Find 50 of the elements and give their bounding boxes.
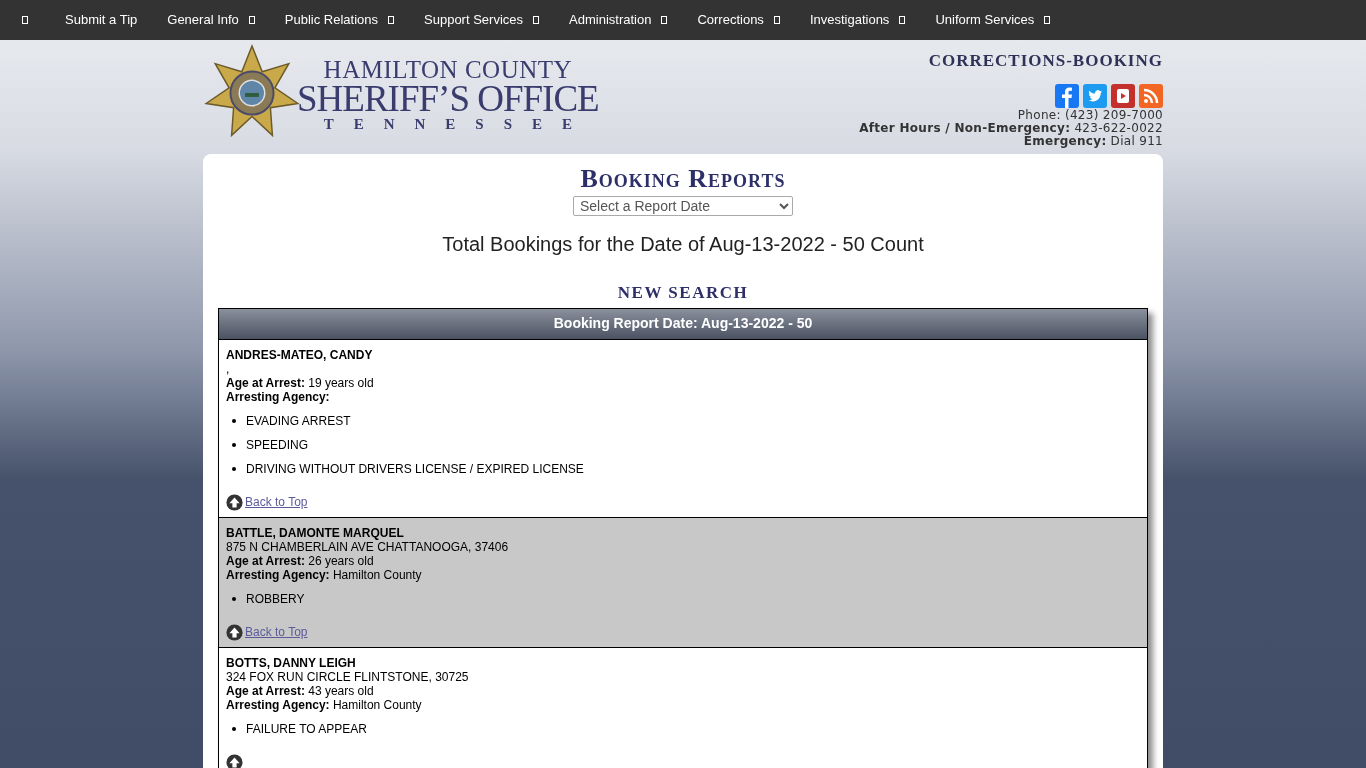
inmate-name: BATTLE, DAMONTE MARQUEL (226, 525, 404, 540)
charge: SPEEDING (246, 437, 308, 452)
bullet-icon (232, 726, 236, 731)
nav-link[interactable]: General Info (167, 10, 239, 30)
table-header: Booking Report Date: Aug-13-2022 - 50 (219, 308, 1147, 340)
address: 875 N CHAMBERLAIN AVE CHATTANOOGA, 37406 (226, 539, 509, 554)
charge: FAILURE TO APPEAR (246, 721, 367, 736)
nav-link[interactable]: Investigations (809, 10, 890, 30)
address: 324 FOX RUN CIRCLE FLINTSTONE, 30725 (226, 669, 469, 684)
nav-link[interactable]: Corrections (697, 10, 764, 30)
report-date-select[interactable]: Select a Report Date (573, 196, 793, 216)
nav-link[interactable]: Uniform Services (935, 10, 1035, 30)
age-at-arrest: Age at Arrest: 26 years old (226, 553, 374, 568)
inmate-name: ANDRES-MATEO, CANDY (226, 347, 373, 362)
bullet-icon (232, 418, 236, 423)
bullet-icon (232, 596, 236, 601)
nav-link[interactable]: Submit a Tip (65, 10, 138, 30)
arrow-up-icon (226, 623, 243, 641)
contact-line: After Hours / Non-Emergency: 423-622-0022 (859, 121, 1163, 135)
page-title: Booking Reports (580, 164, 786, 194)
twitter-icon[interactable] (1083, 83, 1107, 108)
arresting-agency: Arresting Agency: Hamilton County (226, 567, 422, 582)
age-at-arrest: Age at Arrest: 43 years old (226, 683, 374, 698)
logo-state: TENNESSEE (322, 116, 593, 132)
nav-link[interactable]: Support Services (424, 10, 524, 30)
logo-county: HAMILTON COUNTY (323, 58, 573, 82)
arresting-agency: Arresting Agency: Hamilton County (226, 697, 422, 712)
contact-line: Emergency: Dial 911 (1023, 134, 1163, 148)
inmate-name: BOTTS, DANNY LEIGH (226, 655, 356, 670)
nav-link[interactable]: Administration (569, 10, 652, 30)
address: , (226, 361, 230, 376)
contact-line: Phone: (423) 209-7000 (1017, 108, 1163, 122)
arresting-agency: Arresting Agency: (226, 389, 330, 404)
section-title: CORRECTIONS-BOOKING (928, 50, 1163, 72)
logo-office: SHERIFF’S OFFICE (297, 82, 599, 116)
back-to-top-link[interactable]: Back to Top (245, 625, 308, 639)
bullet-icon (232, 466, 236, 471)
total-bookings: Total Bookings for the Date of Aug-13-2022 - 50 Count (442, 232, 924, 257)
charge: EVADING ARREST (246, 413, 351, 428)
arrow-up-icon (226, 493, 243, 511)
charge: ROBBERY (246, 591, 305, 606)
new-search-link[interactable]: NEW SEARCH (617, 280, 749, 306)
charge: DRIVING WITHOUT DRIVERS LICENSE / EXPIRED LICENSE (246, 461, 584, 476)
nav-link[interactable]: Public Relations (284, 10, 379, 30)
rss-icon[interactable] (1139, 83, 1163, 108)
back-to-top-link[interactable]: Back to Top (245, 495, 308, 509)
video-play-icon[interactable] (1111, 83, 1135, 108)
facebook-icon[interactable] (1055, 83, 1079, 108)
age-at-arrest: Age at Arrest: 19 years old (226, 375, 374, 390)
bullet-icon (232, 442, 236, 447)
